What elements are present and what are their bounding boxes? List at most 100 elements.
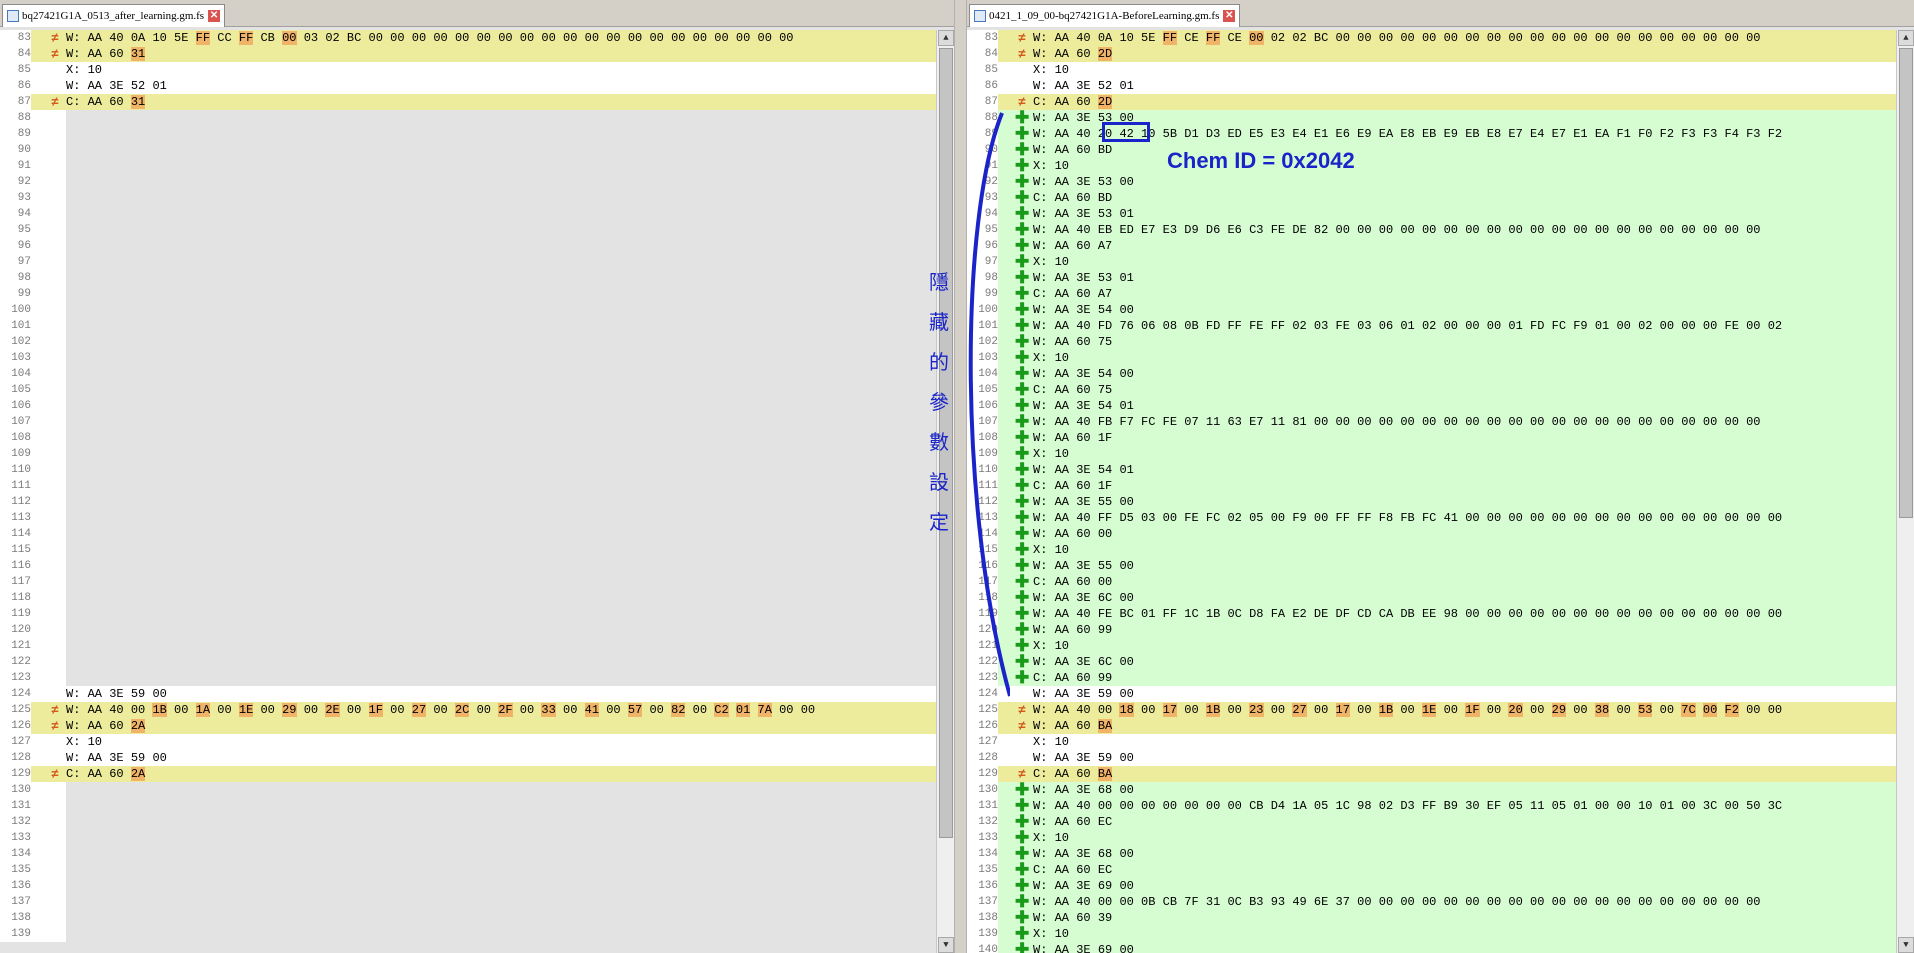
diff-line[interactable]: 83 ≠ W: AA 40 0A 10 5E FF CC FF CB 00 03 0… (0, 30, 936, 46)
diff-line[interactable]: 112 ✚ W: AA 3E 55 00 (967, 493, 1896, 510)
diff-line[interactable]: 124 W: AA 3E 59 00 (967, 686, 1896, 702)
diff-line[interactable]: 132 (0, 814, 936, 830)
diff-line[interactable]: 107 (0, 414, 936, 430)
diff-line[interactable]: 125 ≠ W: AA 40 00 1B 00 1A 00 1E 00 29 00 … (0, 702, 936, 718)
diff-line[interactable]: 128 W: AA 3E 59 00 (967, 750, 1896, 766)
diff-line[interactable]: 100 (0, 302, 936, 318)
diff-line[interactable]: 115 (0, 542, 936, 558)
close-icon[interactable]: ✕ (208, 10, 221, 22)
diff-line[interactable]: 88 (0, 110, 936, 126)
diff-line[interactable]: 111 (0, 478, 936, 494)
diff-line[interactable]: 112 (0, 494, 936, 510)
diff-line[interactable]: 93 (0, 190, 936, 206)
close-icon[interactable]: ✕ (1223, 10, 1236, 22)
diff-line[interactable]: 96 (0, 238, 936, 254)
right-vertical-scrollbar[interactable]: ▲ ▼ (1896, 30, 1914, 953)
diff-line[interactable]: 130 ✚ W: AA 3E 68 00 (967, 781, 1896, 798)
diff-line[interactable]: 113 (0, 510, 936, 526)
diff-line[interactable]: 120 ✚ W: AA 60 99 (967, 621, 1896, 638)
right-file-tab[interactable]: 0421_1_09_00-bq27421G1A-BeforeLearning.g… (969, 4, 1241, 27)
diff-line[interactable]: 139 (0, 926, 936, 942)
diff-line[interactable]: 117 ✚ C: AA 60 00 (967, 573, 1896, 590)
diff-line[interactable]: 119 ✚ W: AA 40 FE BC 01 FF 1C 1B 0C D8 FA … (967, 605, 1896, 622)
diff-line[interactable]: 105 ✚ C: AA 60 75 (967, 381, 1896, 398)
diff-line[interactable]: 133 (0, 830, 936, 846)
diff-line[interactable]: 98 (0, 270, 936, 286)
diff-line[interactable]: 131 ✚ W: AA 40 00 00 00 00 00 00 00 CB D4 … (967, 797, 1896, 814)
diff-line[interactable]: 94 ✚ W: AA 3E 53 01 (967, 205, 1896, 222)
diff-line[interactable]: 85 X: 10 (0, 62, 936, 78)
diff-line[interactable]: 110 (0, 462, 936, 478)
diff-line[interactable]: 138 ✚ W: AA 60 39 (967, 909, 1896, 926)
left-line-list[interactable]: 83 ≠ W: AA 40 0A 10 5E FF CC FF CB 00 03 0… (0, 30, 936, 953)
diff-line[interactable]: 110 ✚ W: AA 3E 54 01 (967, 461, 1896, 478)
diff-line[interactable]: 125 ≠ W: AA 40 00 18 00 17 00 1B 00 23 00 … (967, 702, 1896, 718)
diff-line[interactable]: 106 ✚ W: AA 3E 54 01 (967, 397, 1896, 414)
diff-line[interactable]: 105 (0, 382, 936, 398)
diff-line[interactable]: 103 (0, 350, 936, 366)
scroll-thumb[interactable] (1899, 48, 1913, 518)
diff-line[interactable]: 95 (0, 222, 936, 238)
diff-line[interactable]: 95 ✚ W: AA 40 EB ED E7 E3 D9 D6 E6 C3 FE D… (967, 221, 1896, 238)
diff-line[interactable]: 90 ✚ W: AA 60 BD (967, 141, 1896, 158)
diff-line[interactable]: 86 W: AA 3E 52 01 (967, 78, 1896, 94)
diff-line[interactable]: 129 ≠ C: AA 60 BA (967, 766, 1896, 782)
diff-line[interactable]: 135 ✚ C: AA 60 EC (967, 861, 1896, 878)
diff-line[interactable]: 102 ✚ W: AA 60 75 (967, 333, 1896, 350)
diff-line[interactable]: 130 (0, 782, 936, 798)
diff-line[interactable]: 85 X: 10 (967, 62, 1896, 78)
scroll-down-arrow-icon[interactable]: ▼ (938, 937, 954, 953)
diff-line[interactable]: 108 (0, 430, 936, 446)
diff-line[interactable]: 90 (0, 142, 936, 158)
diff-line[interactable]: 124 W: AA 3E 59 00 (0, 686, 936, 702)
diff-line[interactable]: 107 ✚ W: AA 40 FB F7 FC FE 07 11 63 E7 11 … (967, 413, 1896, 430)
right-line-list[interactable]: 83 ≠ W: AA 40 0A 10 5E FF CE FF CE 00 02 0… (967, 30, 1896, 953)
diff-line[interactable]: 127 X: 10 (0, 734, 936, 750)
diff-line[interactable]: 136 ✚ W: AA 3E 69 00 (967, 877, 1896, 894)
diff-line[interactable]: 126 ≠ W: AA 60 BA (967, 718, 1896, 734)
diff-line[interactable]: 100 ✚ W: AA 3E 54 00 (967, 301, 1896, 318)
diff-line[interactable]: 139 ✚ X: 10 (967, 925, 1896, 942)
diff-line[interactable]: 122 (0, 654, 936, 670)
diff-line[interactable]: 103 ✚ X: 10 (967, 349, 1896, 366)
diff-line[interactable]: 119 (0, 606, 936, 622)
diff-line[interactable]: 91 ✚ X: 10 (967, 157, 1896, 174)
diff-line[interactable]: 137 (0, 894, 936, 910)
diff-line[interactable]: 108 ✚ W: AA 60 1F (967, 429, 1896, 446)
diff-line[interactable]: 113 ✚ W: AA 40 FF D5 03 00 FE FC 02 05 00 … (967, 509, 1896, 526)
diff-line[interactable]: 93 ✚ C: AA 60 BD (967, 189, 1896, 206)
diff-line[interactable]: 131 (0, 798, 936, 814)
diff-line[interactable]: 136 (0, 878, 936, 894)
diff-line[interactable]: 140 ✚ W: AA 3E 69 00 (967, 941, 1896, 953)
diff-line[interactable]: 123 ✚ C: AA 60 99 (967, 669, 1896, 686)
diff-line[interactable]: 97 (0, 254, 936, 270)
diff-line[interactable]: 99 ✚ C: AA 60 A7 (967, 285, 1896, 302)
diff-line[interactable]: 121 ✚ X: 10 (967, 637, 1896, 654)
diff-line[interactable]: 121 (0, 638, 936, 654)
diff-line[interactable]: 89 (0, 126, 936, 142)
diff-line[interactable]: 134 ✚ W: AA 3E 68 00 (967, 845, 1896, 862)
diff-line[interactable]: 84 ≠ W: AA 60 2D (967, 46, 1896, 62)
diff-line[interactable]: 101 (0, 318, 936, 334)
diff-line[interactable]: 83 ≠ W: AA 40 0A 10 5E FF CE FF CE 00 02 0… (967, 30, 1896, 46)
diff-line[interactable]: 96 ✚ W: AA 60 A7 (967, 237, 1896, 254)
diff-line[interactable]: 92 ✚ W: AA 3E 53 00 (967, 173, 1896, 190)
diff-line[interactable]: 84 ≠ W: AA 60 31 (0, 46, 936, 62)
diff-line[interactable]: 122 ✚ W: AA 3E 6C 00 (967, 653, 1896, 670)
diff-line[interactable]: 104 ✚ W: AA 3E 54 00 (967, 365, 1896, 382)
diff-line[interactable]: 87 ≠ C: AA 60 31 (0, 94, 936, 110)
diff-line[interactable]: 129 ≠ C: AA 60 2A (0, 766, 936, 782)
diff-line[interactable]: 120 (0, 622, 936, 638)
diff-line[interactable]: 86 W: AA 3E 52 01 (0, 78, 936, 94)
scroll-down-arrow-icon[interactable]: ▼ (1898, 937, 1914, 953)
left-file-tab[interactable]: bq27421G1A_0513_after_learning.gm.fs ✕ (2, 4, 226, 27)
diff-line[interactable]: 87 ≠ C: AA 60 2D (967, 94, 1896, 110)
scroll-up-arrow-icon[interactable]: ▲ (938, 30, 954, 46)
diff-line[interactable]: 91 (0, 158, 936, 174)
diff-line[interactable]: 99 (0, 286, 936, 302)
diff-line[interactable]: 116 ✚ W: AA 3E 55 00 (967, 557, 1896, 574)
diff-line[interactable]: 137 ✚ W: AA 40 00 00 0B CB 7F 31 0C B3 93 … (967, 893, 1896, 910)
diff-line[interactable]: 114 ✚ W: AA 60 00 (967, 525, 1896, 542)
diff-line[interactable]: 104 (0, 366, 936, 382)
diff-line[interactable]: 114 (0, 526, 936, 542)
